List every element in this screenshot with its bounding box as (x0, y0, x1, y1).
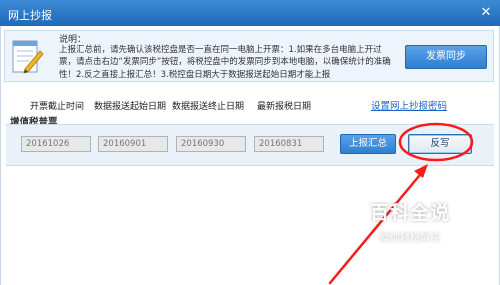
report-summary-button[interactable]: 上报汇总 (340, 134, 396, 154)
watermark: 百科全说 助你轻松解决 (335, 198, 485, 266)
watermark-logo-text: 百科全说 (369, 202, 450, 224)
writeback-button[interactable]: 反写 (408, 134, 472, 154)
invoice-row: 20161026 20160901 20160930 20160831 上报汇总… (6, 124, 494, 166)
title-bar: 网上抄报 ✕ (0, 0, 500, 27)
close-icon[interactable]: ✕ (476, 4, 496, 21)
latest-tax-date-field: 20160831 (254, 136, 324, 152)
report-start-date-field: 20160901 (98, 136, 168, 152)
header-report-start-date: 数据报送起始日期 (94, 102, 167, 112)
issue-deadline-field: 20161026 (21, 136, 91, 152)
info-panel: 说明： 上报汇总前，请先确认该税控盘是否一直在同一电脑上开票：1.如果在多台电脑… (4, 30, 494, 82)
invoice-sync-button[interactable]: 发票同步 (405, 45, 487, 69)
header-issue-deadline: 开票截止时间 (30, 102, 85, 112)
header-latest-tax-date: 最新报税日期 (257, 102, 312, 112)
report-end-date-field: 20160930 (176, 136, 246, 152)
info-text: 上报汇总前，请先确认该税控盘是否一直在同一电脑上开票：1.如果在多台电脑上开过票… (59, 45, 391, 80)
set-password-link[interactable]: 设置网上抄报密码 (371, 98, 447, 112)
watermark-slogan: 助你轻松解决 (380, 233, 440, 244)
notepad-pencil-icon (12, 40, 44, 74)
header-report-end-date: 数据报送终止日期 (172, 102, 245, 112)
window-title: 网上抄报 (8, 9, 52, 22)
